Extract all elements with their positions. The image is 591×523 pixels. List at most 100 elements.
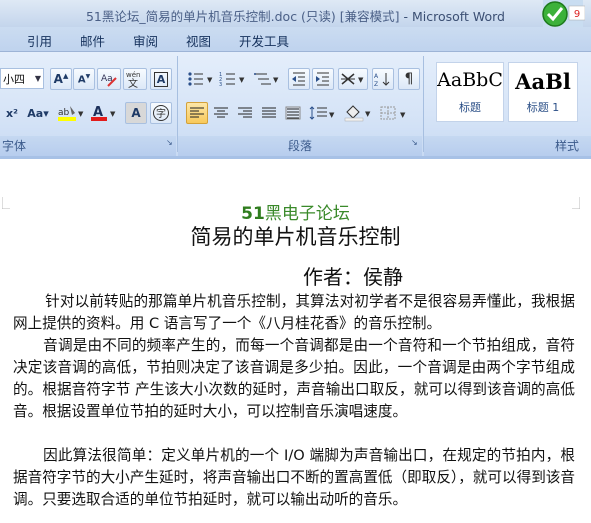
numbering-icon: 123▼ (219, 72, 245, 87)
font-size-value: 小四 (3, 72, 25, 86)
style-heading-1[interactable]: AaBl 标题 1 (508, 62, 578, 122)
borders-button[interactable]: ▼ (378, 102, 410, 124)
svg-text:3: 3 (219, 82, 222, 87)
svg-text:▼: ▼ (78, 110, 84, 118)
line-spacing-icon: ▼ (309, 106, 335, 120)
svg-text:▼: ▼ (365, 110, 371, 118)
svg-text:Z: Z (374, 81, 378, 87)
align-center-icon (214, 107, 228, 118)
font-dialog-launcher-icon[interactable]: ↘ (166, 138, 173, 147)
app-name: Microsoft Word (412, 9, 505, 24)
justify-button[interactable] (258, 102, 280, 124)
justify-icon (262, 107, 276, 118)
change-case-icon: Aa▾ (27, 106, 49, 120)
asian-layout-button[interactable]: ▼ (338, 68, 368, 90)
numbering-button[interactable]: 1 2 3 ▼ (218, 68, 248, 90)
distribute-button[interactable] (282, 102, 304, 124)
align-center-button[interactable] (210, 102, 232, 124)
style-name: 标题 1 (526, 101, 560, 114)
svg-text:A: A (374, 73, 379, 80)
paragraph-text: 因此算法很简单：定义单片机的一个 I/O 端脚为声音输出口，在规定的节拍内，根据… (13, 447, 575, 508)
enclose-char-button[interactable]: 字 (150, 102, 172, 124)
align-right-button[interactable] (234, 102, 256, 124)
svg-text:▼: ▼ (110, 110, 116, 118)
paragraph: 因此算法很简单：定义单片机的一个 I/O 端脚为声音输出口，在规定的节拍内，根据… (13, 445, 575, 511)
tab-developer[interactable]: 开发工具 (239, 31, 289, 50)
document-title: 51黑论坛_简易的单片机音乐控制.doc (只读) [兼容模式] (85, 9, 400, 24)
sort-button[interactable]: AZ (372, 68, 394, 90)
enclose-char-icon: 字 (153, 105, 169, 121)
font-group-label: 字体 (0, 136, 176, 156)
highlight-button[interactable]: ab ▼ (55, 102, 85, 124)
tab-view[interactable]: 视图 (186, 31, 211, 50)
font-size-combo[interactable]: 小四 ▼ (0, 68, 44, 89)
line-spacing-button[interactable]: ▼ (308, 102, 338, 124)
decrease-indent-button[interactable] (288, 68, 310, 90)
svg-text:ab: ab (58, 108, 70, 118)
author-line: 作者：侯静 (303, 265, 403, 289)
title-bar: 51黑论坛_简易的单片机音乐控制.doc (只读) [兼容模式] - Micro… (0, 0, 591, 27)
paint-bucket-icon: ▼ (344, 105, 371, 122)
shrink-font-button[interactable]: A▼ (73, 68, 95, 90)
clear-format-button[interactable]: Aa (97, 68, 121, 90)
tab-mailings[interactable]: 邮件 (80, 31, 105, 50)
document-heading: 简易的单片机音乐控制 (190, 225, 401, 249)
ribbon: 小四 ▼ A▲ A▼ Aa wén 文 A x² Aa▾ ab ▼ A ▼ A 字 字… (0, 52, 591, 156)
title-separator: - (399, 9, 412, 24)
styles-group-label: 样式 (424, 136, 591, 156)
char-shading-button[interactable]: A (125, 102, 147, 124)
bullets-button[interactable]: ▼ (186, 68, 216, 90)
increase-indent-icon (316, 72, 329, 86)
align-left-button[interactable] (186, 102, 208, 124)
distribute-icon (285, 106, 301, 120)
asian-layout-icon: ▼ (341, 73, 364, 85)
paragraph-text: 针对以前转贴的那篇单片机音乐控制，其算法对初学者不是很容易弄懂此，我根据网上提供… (13, 293, 575, 332)
svg-text:▼: ▼ (329, 111, 335, 119)
paragraph-text: 音调是由不同的频率产生的，而每一个音调都是由一个音符和一个节拍组成，音符决定该音… (13, 337, 575, 420)
subscript-button[interactable]: x² (0, 102, 24, 124)
decrease-indent-icon (292, 72, 305, 86)
multilevel-list-button[interactable]: ▼ (252, 68, 282, 90)
char-border-icon: A (153, 71, 169, 87)
svg-text:文: 文 (128, 77, 138, 88)
borders-icon: ▼ (380, 106, 406, 120)
ribbon-tabs: 引用 邮件 审阅 视图 开发工具 (0, 27, 591, 52)
char-border-button[interactable]: A (150, 68, 172, 90)
svg-text:▼: ▼ (273, 76, 279, 84)
style-name: 标题 (459, 101, 481, 114)
show-marks-button[interactable]: ¶ (398, 68, 420, 90)
phonetic-guide-button[interactable]: wén 文 (123, 68, 147, 90)
phonetic-guide-icon: wén文 (126, 71, 140, 88)
pilcrow-icon: ¶ (404, 71, 414, 87)
style-sample: AaBbC (437, 69, 503, 91)
svg-text:▼: ▼ (358, 76, 364, 84)
clear-format-icon: Aa (101, 74, 117, 87)
svg-text:wén: wén (126, 71, 140, 79)
document-page[interactable]: 51黑电子论坛 简易的单片机音乐控制 作者：侯静 针对以前转贴的那篇单片机音乐控… (0, 159, 591, 523)
shading-button[interactable]: ▼ (342, 102, 374, 124)
grow-font-button[interactable]: A▲ (50, 68, 72, 90)
svg-text:字: 字 (156, 107, 166, 120)
grow-font-icon: A▲ (53, 72, 69, 86)
bullets-icon: ▼ (188, 72, 213, 86)
paragraph: 音调是由不同的频率产生的，而每一个音调都是由一个音符和一个节拍组成，音符决定该音… (13, 335, 575, 423)
svg-text:▼: ▼ (207, 76, 213, 84)
paragraph-dialog-launcher-icon[interactable]: ↘ (411, 138, 418, 147)
paragraph-group-label: 段落 (178, 136, 422, 156)
tab-references[interactable]: 引用 (27, 31, 52, 50)
style-sample: AaBl (515, 69, 571, 94)
superscript-icon: x² (6, 106, 18, 120)
increase-indent-button[interactable] (312, 68, 334, 90)
align-left-icon (190, 107, 204, 118)
chevron-down-icon[interactable]: ▼ (35, 74, 41, 83)
tab-review[interactable]: 审阅 (133, 31, 158, 50)
svg-text:▼: ▼ (239, 76, 245, 84)
svg-text:▼: ▼ (400, 111, 406, 119)
change-case-button[interactable]: Aa▾ (24, 102, 52, 124)
char-shading-icon: A (131, 106, 141, 120)
multilevel-list-icon: ▼ (254, 73, 279, 85)
style-title[interactable]: AaBbC 标题 (436, 62, 504, 122)
font-color-button[interactable]: A ▼ (88, 102, 118, 124)
window-title: 51黑论坛_简易的单片机音乐控制.doc (只读) [兼容模式] - Micro… (0, 6, 591, 25)
shrink-font-icon: A▼ (77, 72, 91, 86)
